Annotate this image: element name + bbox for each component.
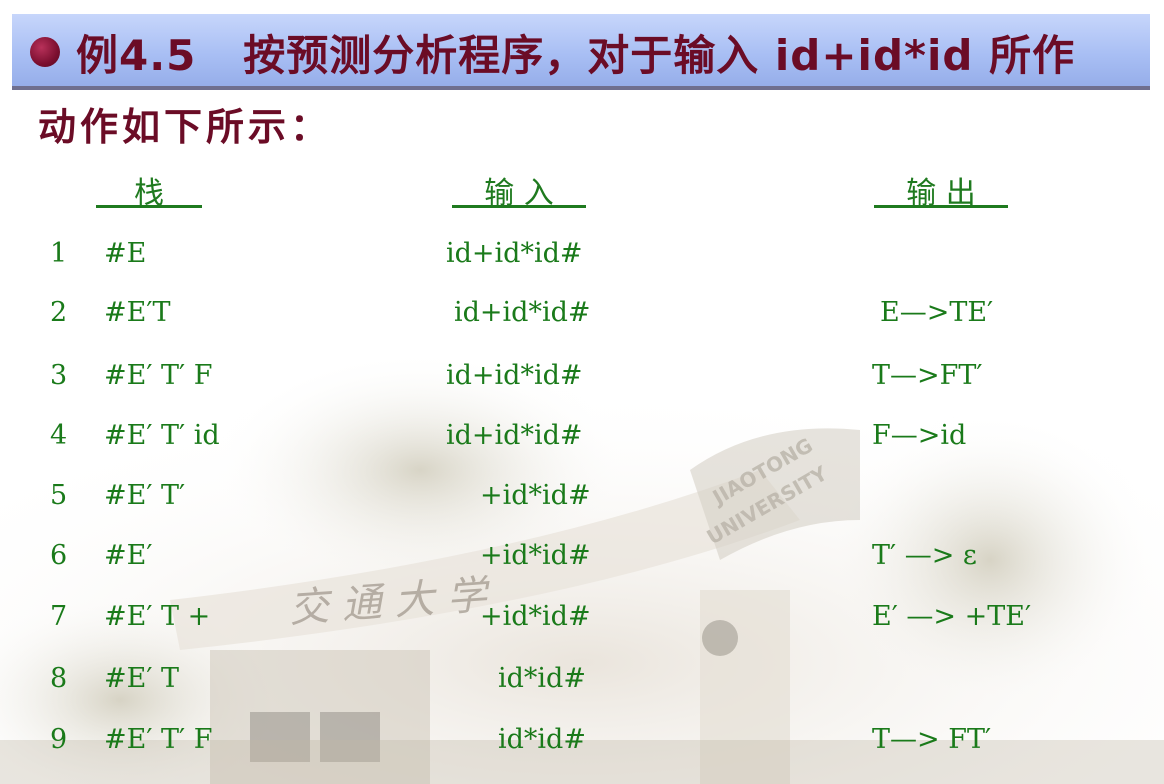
output-cell: E′ —> +TE′ <box>872 601 1032 632</box>
stack-cell: #E′ T′ F <box>104 724 213 755</box>
header-output-underline <box>874 205 1008 208</box>
input-cell: id+id*id# <box>446 360 583 391</box>
input-cell: id+id*id# <box>454 297 591 328</box>
stack-cell: #E′ T′ F <box>104 360 213 391</box>
example-number: 例4.5 <box>76 31 197 80</box>
table-row: 1 #E id+id*id# <box>0 238 1164 278</box>
table-row: 9 #E′ T′ F id*id# T—> FT′ <box>0 724 1164 764</box>
output-cell: E—>TE′ <box>880 297 994 328</box>
input-cell: id*id# <box>498 663 586 694</box>
header-stack-underline <box>96 205 202 208</box>
slide-title: 例4.5 按预测分析程序，对于输入 id+id*id 所作 <box>76 22 1075 83</box>
output-cell: T—> FT′ <box>872 724 992 755</box>
row-number: 3 <box>50 360 68 391</box>
row-number: 5 <box>50 480 68 511</box>
title-text: 按预测分析程序，对于输入 id+id*id 所作 <box>243 31 1076 80</box>
stack-cell: #E <box>104 238 147 269</box>
row-number: 7 <box>50 601 68 632</box>
row-number: 2 <box>50 297 68 328</box>
table-row: 7 #E′ T + +id*id# E′ —> +TE′ <box>0 601 1164 641</box>
input-cell: +id*id# <box>480 540 591 571</box>
row-number: 8 <box>50 663 68 694</box>
table-row: 4 #E′ T′ id id+id*id# F—>id <box>0 420 1164 460</box>
input-cell: id+id*id# <box>446 238 583 269</box>
header-input-underline <box>452 205 586 208</box>
row-number: 6 <box>50 540 68 571</box>
input-cell: +id*id# <box>480 601 591 632</box>
output-cell: F—>id <box>872 420 967 451</box>
table-row: 2 #E′T id+id*id# E—>TE′ <box>0 297 1164 337</box>
stack-cell: #E′T <box>104 297 171 328</box>
input-cell: id+id*id# <box>446 420 583 451</box>
row-number: 4 <box>50 420 68 451</box>
bullet-dot-icon <box>30 37 60 67</box>
stack-cell: #E′ T′ <box>104 480 186 511</box>
output-cell: T′ —> ε <box>872 540 977 571</box>
table-row: 3 #E′ T′ F id+id*id# T—>FT′ <box>0 360 1164 400</box>
stack-cell: #E′ T + <box>104 601 211 632</box>
stack-cell: #E′ T <box>104 663 180 694</box>
output-cell: T—>FT′ <box>872 360 983 391</box>
slide-title-continued: 动作如下所示： <box>38 105 333 149</box>
table-row: 6 #E′ +id*id# T′ —> ε <box>0 540 1164 580</box>
stack-cell: #E′ <box>104 540 153 571</box>
input-cell: id*id# <box>498 724 586 755</box>
table-row: 5 #E′ T′ +id*id# <box>0 480 1164 520</box>
table-row: 8 #E′ T id*id# <box>0 663 1164 703</box>
stack-cell: #E′ T′ id <box>104 420 220 451</box>
row-number: 1 <box>50 238 68 269</box>
row-number: 9 <box>50 724 68 755</box>
input-cell: +id*id# <box>480 480 591 511</box>
